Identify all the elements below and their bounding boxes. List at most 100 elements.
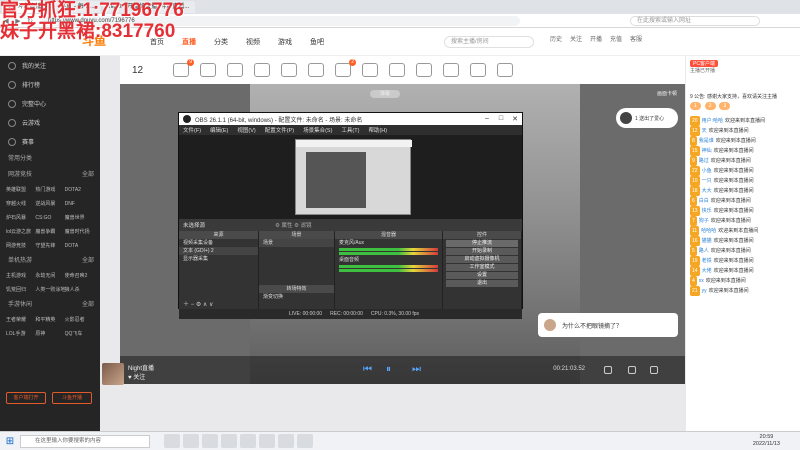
fire-icon[interactable]	[281, 63, 297, 77]
exit-button[interactable]: 退出	[446, 280, 518, 287]
checkbox-icon[interactable]: 2	[335, 59, 356, 77]
recharge-icon[interactable]: 充值	[608, 34, 624, 50]
chat-nickname[interactable]: yy	[702, 286, 707, 296]
sidebar-item-cloud[interactable]: 云游戏	[0, 113, 100, 132]
category-link[interactable]: 魔兽时代扬	[65, 225, 94, 239]
category-link[interactable]: 穿越火线	[6, 197, 35, 211]
close-icon[interactable]: ✕	[508, 115, 522, 123]
clock-icon[interactable]	[389, 63, 405, 77]
minimize-icon[interactable]: –	[480, 115, 494, 123]
gift-icon[interactable]: 9	[173, 59, 194, 77]
doc-icon[interactable]	[308, 63, 324, 77]
chat-nickname[interactable]: 大佬	[702, 266, 712, 276]
nav-yuba[interactable]: 鱼吧	[310, 37, 324, 47]
studio-mode-button[interactable]: 工作室模式	[446, 264, 518, 271]
sources-actions[interactable]: ＋ − ⚙ ∧ ∨	[179, 301, 258, 309]
start-record-button[interactable]: 开始录制	[446, 248, 518, 255]
go-live-button[interactable]: 斗鱼开播	[52, 392, 92, 404]
app-icon[interactable]	[278, 434, 294, 448]
category-link[interactable]: lol云游之旅	[6, 225, 35, 239]
share-icon[interactable]	[470, 63, 486, 77]
category-link[interactable]: 原神	[35, 327, 64, 341]
ad-icon[interactable]	[227, 63, 243, 77]
category-link[interactable]: 王者荣耀	[6, 313, 35, 327]
chat-nickname[interactable]: 狗子	[699, 216, 709, 226]
lag-report-button[interactable]: 画面卡顿	[657, 90, 677, 97]
category-link[interactable]: 和平精英	[35, 313, 64, 327]
menu-help[interactable]: 帮助(H)	[368, 126, 387, 134]
category-link[interactable]: DOTA2	[65, 183, 94, 197]
avatar[interactable]	[102, 363, 124, 385]
follow-icon[interactable]: 关注	[568, 34, 584, 50]
heart-icon[interactable]	[497, 63, 513, 77]
pill[interactable]: 1	[690, 102, 701, 110]
chat-nickname[interactable]: 路人	[699, 246, 709, 256]
category-link[interactable]: 热门游戏	[35, 183, 64, 197]
chat-nickname[interactable]: 路过	[699, 156, 709, 166]
nav-game[interactable]: 游戏	[278, 37, 292, 47]
open-client-button[interactable]: 客户端打开	[6, 392, 46, 404]
source-item[interactable]: 文本 (GDI+) 2	[179, 247, 258, 255]
follow-button[interactable]: ♥ 关注	[128, 375, 145, 381]
system-clock[interactable]: 20:59 2022/11/13	[753, 434, 780, 448]
danmaku-button[interactable]: 弹幕	[370, 90, 400, 98]
menu-view[interactable]: 视图(V)	[237, 126, 255, 134]
category-link[interactable]: 人类一败涂地	[35, 283, 64, 297]
app-icon[interactable]	[221, 434, 237, 448]
fullscreen-icon[interactable]	[650, 366, 658, 374]
nav-category[interactable]: 分类	[214, 37, 228, 47]
cloud-icon[interactable]	[443, 63, 459, 77]
menu-scene-collection[interactable]: 场景集合(S)	[303, 126, 332, 134]
chat-nickname[interactable]: 用户:哈哈	[702, 116, 723, 126]
danmaku-toggle-icon[interactable]	[604, 366, 612, 374]
history-icon[interactable]: 历史	[548, 34, 564, 50]
category-link[interactable]: 火影忍者	[65, 313, 94, 327]
category-link[interactable]: QQ飞车	[65, 327, 94, 341]
service-icon[interactable]: 客服	[628, 34, 644, 50]
chat-nickname[interactable]: 猫猫	[702, 236, 712, 246]
app-icon[interactable]	[297, 434, 313, 448]
pause-icon[interactable]: ⏸	[386, 364, 391, 375]
pill[interactable]: 3	[719, 102, 731, 110]
chat-nickname[interactable]: xx	[699, 276, 704, 286]
chat-nickname[interactable]: 快乐	[702, 206, 712, 216]
chat-nickname[interactable]: 白白	[699, 196, 709, 206]
category-link[interactable]: 逆战风暴	[35, 197, 64, 211]
virtual-camera-button[interactable]: 启动虚拟摄像机	[446, 256, 518, 263]
category-link[interactable]: CS:GO	[35, 211, 64, 225]
scene-item[interactable]: 场景	[259, 239, 334, 247]
broadcast-icon[interactable]: 开播	[588, 34, 604, 50]
sidebar-item-event[interactable]: 赛事	[0, 132, 100, 151]
category-link[interactable]: 狼人杀	[65, 283, 94, 297]
pill[interactable]: 2	[704, 102, 716, 110]
settings-button[interactable]: 设置	[446, 272, 518, 279]
wave-icon[interactable]	[200, 63, 216, 77]
app-icon[interactable]	[164, 434, 180, 448]
app-icon[interactable]	[240, 434, 256, 448]
menu-edit[interactable]: 编辑(E)	[210, 126, 228, 134]
pc-client-badge[interactable]: PC客户端	[690, 60, 718, 67]
site-search-input[interactable]: 搜索主播/房间	[444, 35, 534, 48]
obs-preview[interactable]	[179, 135, 522, 219]
list-icon[interactable]	[362, 63, 378, 77]
category-link[interactable]: DOTA	[65, 239, 94, 253]
sidebar-item-center[interactable]: 完整中心	[0, 94, 100, 113]
nav-live[interactable]: 直播	[182, 37, 196, 47]
category-link[interactable]: LOL手游	[6, 327, 35, 341]
chat-nickname[interactable]: 一只	[702, 176, 712, 186]
category-link[interactable]: 炉石风暴	[6, 211, 35, 225]
sidebar-item-rank[interactable]: 排行榜	[0, 75, 100, 94]
stop-stream-button[interactable]: 停止推流	[446, 240, 518, 247]
app-icon[interactable]	[202, 434, 218, 448]
browser-search[interactable]: 在此搜索或输入网址	[630, 15, 760, 26]
menu-file[interactable]: 文件(F)	[183, 126, 201, 134]
chat-nickname[interactable]: 我是谁	[699, 136, 714, 146]
volume-icon[interactable]	[628, 366, 636, 374]
app-icon[interactable]	[259, 434, 275, 448]
source-item[interactable]: 显示器采集	[179, 255, 258, 263]
transition-select[interactable]: 渐变切换	[259, 293, 334, 301]
chat-nickname[interactable]: 大大	[702, 186, 712, 196]
category-link[interactable]: 英雄联盟	[6, 183, 35, 197]
nav-video[interactable]: 视频	[246, 37, 260, 47]
category-link[interactable]: 魔兽争霸	[35, 225, 64, 239]
